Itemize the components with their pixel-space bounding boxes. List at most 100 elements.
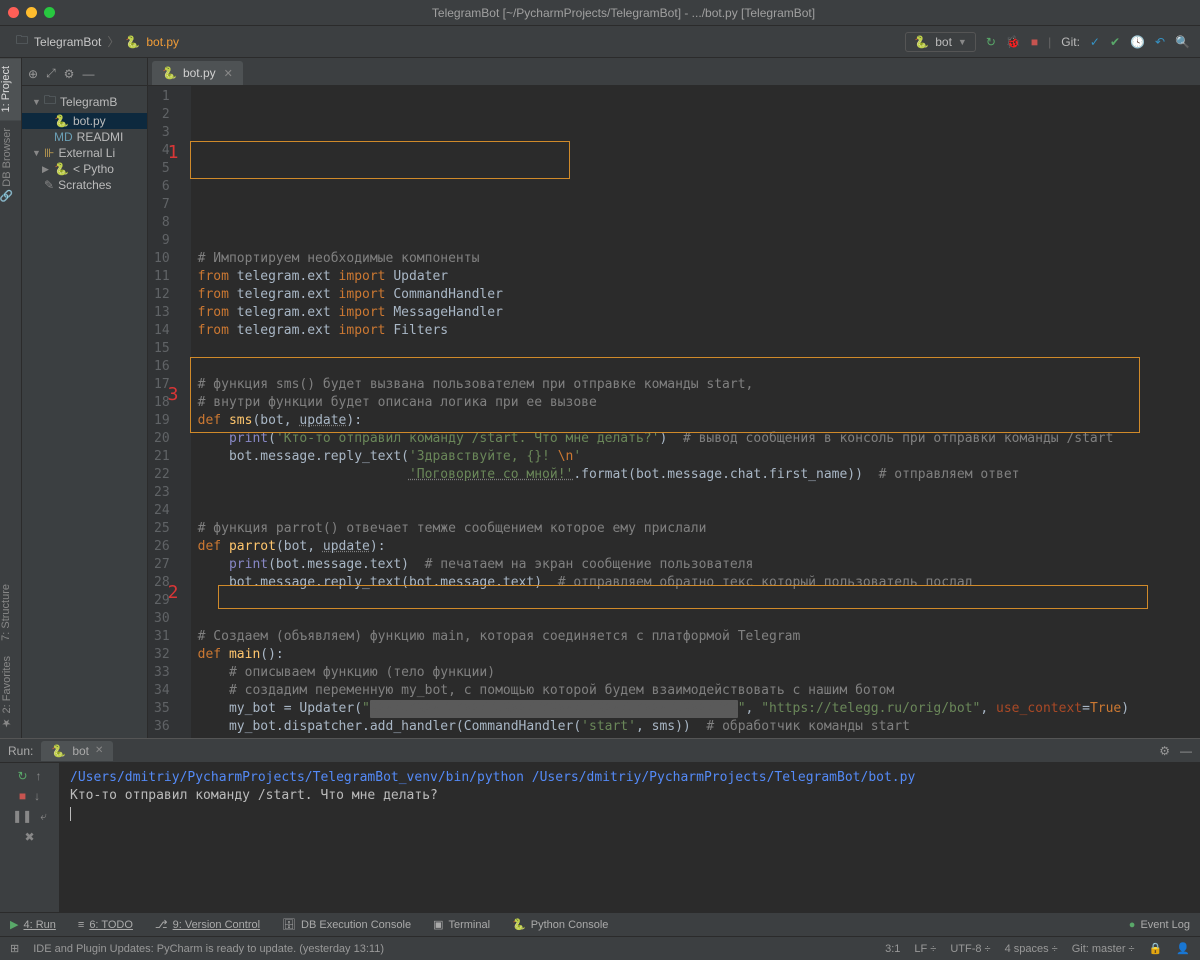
code-line[interactable]: # Импортируем необходимые компоненты: [198, 250, 1200, 268]
tree-item[interactable]: MDREADMI: [22, 129, 147, 145]
structure-tool-tab[interactable]: 7: Structure: [0, 576, 21, 649]
line-ending[interactable]: LF ÷: [914, 943, 936, 955]
close-run-tab[interactable]: ✕: [95, 745, 103, 756]
vcs-update-button[interactable]: ✓: [1090, 35, 1100, 49]
run-settings-icon[interactable]: ⚙: [1159, 744, 1170, 758]
code-line[interactable]: # описываем функцию (тело функции): [198, 664, 1200, 682]
code-line[interactable]: def parrot(bot, update):: [198, 538, 1200, 556]
vcs-revert-button[interactable]: ↶: [1155, 35, 1165, 49]
code-line[interactable]: from telegram.ext import CommandHandler: [198, 286, 1200, 304]
code-line[interactable]: # функция parrot() отвечает темже сообще…: [198, 520, 1200, 538]
collapse-tool-icon[interactable]: —: [82, 67, 94, 81]
vcs-tool-tab[interactable]: ⎇ 9: Version Control: [155, 918, 260, 931]
code-line[interactable]: [198, 340, 1200, 358]
stop-run-button[interactable]: ■: [19, 789, 26, 803]
python-console-tab[interactable]: 🐍 Python Console: [512, 918, 608, 931]
code-line[interactable]: [198, 736, 1200, 738]
annotation-label-3: 3: [168, 386, 179, 404]
code-line[interactable]: [198, 358, 1200, 376]
softwrap-button[interactable]: ⤶: [40, 809, 47, 824]
code-line[interactable]: def sms(bot, update):: [198, 412, 1200, 430]
editor-tab-botpy[interactable]: 🐍 bot.py ✕: [152, 61, 243, 85]
search-everywhere-button[interactable]: 🔍: [1175, 35, 1190, 49]
project-tree[interactable]: ⊕ ⤢ ⚙ — ▼🗀TelegramB🐍bot.pyMDREADMI▼⊪Exte…: [22, 58, 148, 738]
code-line[interactable]: 'Поговорите со мной!'.format(bot.message…: [198, 466, 1200, 484]
code-line[interactable]: [198, 484, 1200, 502]
code-line[interactable]: def main():: [198, 646, 1200, 664]
breadcrumb-file[interactable]: bot.py: [146, 35, 179, 49]
db-browser-tab[interactable]: 🔗 DB Browser: [0, 120, 21, 211]
tree-item[interactable]: ▶🐍< Pytho: [22, 161, 147, 177]
code-line[interactable]: [198, 610, 1200, 628]
event-log-tab[interactable]: ● Event Log: [1129, 919, 1190, 931]
project-tool-tab[interactable]: 1: Project: [0, 58, 21, 120]
run-tab-bot[interactable]: 🐍 bot ✕: [41, 741, 113, 761]
db-console-tab[interactable]: 🗄 DB Execution Console: [282, 918, 411, 931]
editor-tabs: 🐍 bot.py ✕: [148, 58, 1200, 86]
code-line[interactable]: # создадим переменную my_bot, с помощью …: [198, 682, 1200, 700]
lock-icon[interactable]: 🔒: [1149, 942, 1163, 955]
run-configuration-selector[interactable]: 🐍 bot ▼: [905, 32, 976, 52]
maximize-window-button[interactable]: [44, 7, 55, 18]
code-line[interactable]: # Создаем (объявляем) функцию main, кото…: [198, 628, 1200, 646]
pause-run-button[interactable]: ❚❚: [12, 809, 32, 824]
code-line[interactable]: my_bot = Updater("XXXXXXXXXXXXXXXXXXXXXX…: [198, 700, 1200, 718]
run-button[interactable]: ↻: [986, 35, 996, 49]
run-tool-tab[interactable]: ▶4: Run: [10, 918, 56, 931]
title-bar: TelegramBot [~/PycharmProjects/TelegramB…: [0, 0, 1200, 26]
tree-item[interactable]: ✎Scratches: [22, 177, 147, 193]
vcs-history-button[interactable]: 🕓: [1130, 35, 1145, 49]
code-line[interactable]: print('Кто-то отправил команду /start. Ч…: [198, 430, 1200, 448]
target-icon[interactable]: ⊕: [28, 67, 38, 81]
down-stack-button[interactable]: ↓: [34, 789, 40, 803]
code-line[interactable]: print(bot.message.text) # печатаем на эк…: [198, 556, 1200, 574]
git-branch[interactable]: Git: master ÷: [1072, 943, 1135, 955]
todo-tool-tab[interactable]: ≡ 6: TODO: [78, 919, 133, 931]
fold-gutter[interactable]: [178, 86, 192, 738]
line-number-gutter[interactable]: 1234567891011121314151617181920212223242…: [148, 86, 178, 738]
up-stack-button[interactable]: ↑: [36, 769, 42, 783]
code-line[interactable]: from telegram.ext import MessageHandler: [198, 304, 1200, 322]
breadcrumb[interactable]: 🗀 TelegramBot 〉 🐍 bot.py: [16, 31, 179, 52]
nav-toolbar: 🗀 TelegramBot 〉 🐍 bot.py 🐍 bot ▼ ↻ 🐞 ■ |…: [0, 26, 1200, 58]
rerun-button[interactable]: ↻: [17, 769, 27, 783]
left-tool-strip: 1: Project 🔗 DB Browser 7: Structure ★ 2…: [0, 58, 22, 738]
code-line[interactable]: from telegram.ext import Filters: [198, 322, 1200, 340]
favorites-tool-tab[interactable]: ★ 2: Favorites: [0, 648, 21, 738]
cursor-position[interactable]: 3:1: [885, 943, 900, 955]
code-line[interactable]: # функция sms() будет вызвана пользовате…: [198, 376, 1200, 394]
git-label: Git:: [1061, 35, 1080, 49]
code-line[interactable]: [198, 592, 1200, 610]
terminal-tab[interactable]: ▣ Terminal: [433, 918, 490, 931]
code-line[interactable]: from telegram.ext import Updater: [198, 268, 1200, 286]
code-editor[interactable]: 1234567891011121314151617181920212223242…: [148, 86, 1200, 738]
indent-setting[interactable]: 4 spaces ÷: [1005, 943, 1058, 955]
window-tool-icon[interactable]: ⊞: [10, 942, 19, 955]
debug-button[interactable]: 🐞: [1006, 35, 1021, 49]
code-line[interactable]: my_bot.dispatcher.add_handler(CommandHan…: [198, 718, 1200, 736]
python-icon: 🐍: [51, 744, 66, 758]
collapse-run-icon[interactable]: —: [1180, 744, 1192, 758]
run-output[interactable]: /Users/dmitriy/PycharmProjects/TelegramB…: [60, 763, 1200, 912]
tree-item[interactable]: ▼⊪External Li: [22, 145, 147, 161]
code-line[interactable]: # внутри функции будет описана логика пр…: [198, 394, 1200, 412]
minimize-window-button[interactable]: [26, 7, 37, 18]
vcs-commit-button[interactable]: ✔: [1110, 35, 1120, 49]
hector-icon[interactable]: 👤: [1176, 942, 1190, 955]
exit-run-button[interactable]: ✖: [24, 830, 34, 844]
tree-item[interactable]: 🐍bot.py: [22, 113, 147, 129]
stop-button[interactable]: ■: [1031, 35, 1038, 49]
expand-icon[interactable]: ⤢: [46, 66, 56, 81]
code-line[interactable]: bot.message.reply_text(bot.message.text)…: [198, 574, 1200, 592]
run-tab-label: bot: [72, 744, 89, 758]
code-line[interactable]: bot.message.reply_text('Здравствуйте, {}…: [198, 448, 1200, 466]
status-message[interactable]: IDE and Plugin Updates: PyCharm is ready…: [33, 943, 384, 955]
gear-icon[interactable]: ⚙: [64, 67, 75, 81]
annotation-label-1: 1: [168, 144, 179, 162]
breadcrumb-project[interactable]: TelegramBot: [34, 35, 101, 49]
close-tab-button[interactable]: ✕: [224, 67, 233, 80]
tree-item[interactable]: ▼🗀TelegramB: [22, 90, 147, 113]
close-window-button[interactable]: [8, 7, 19, 18]
file-encoding[interactable]: UTF-8 ÷: [950, 943, 990, 955]
code-line[interactable]: [198, 502, 1200, 520]
